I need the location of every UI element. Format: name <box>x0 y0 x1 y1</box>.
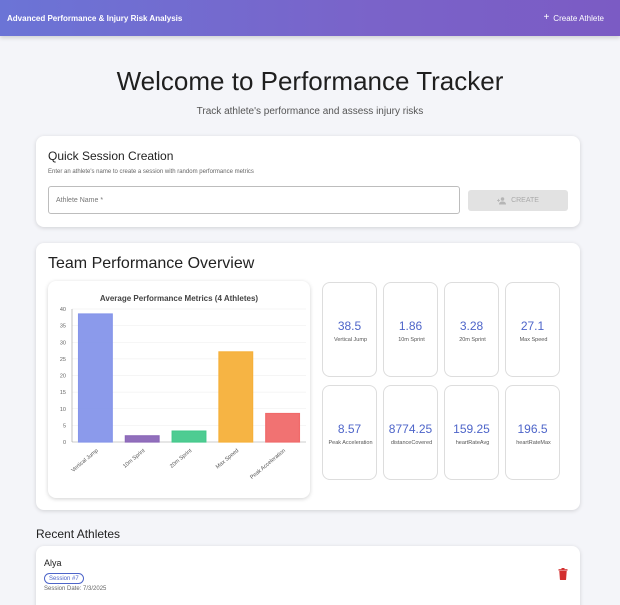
session-badge: Session #7 <box>44 573 84 584</box>
quick-session-card: Quick Session Creation Enter an athlete'… <box>36 136 580 227</box>
x-tick-label: 20m Sprint <box>169 448 194 470</box>
metric-label: 20m Sprint <box>459 337 486 343</box>
metric-card: 8.57 Peak Acceleration <box>322 385 377 480</box>
metric-label: 10m Sprint <box>398 337 425 343</box>
create-athlete-label: Create Athlete <box>553 13 604 23</box>
y-tick-label: 10 <box>60 407 66 413</box>
metric-card: 8774.25 distanceCovered <box>383 385 438 480</box>
metric-value: 8774.25 <box>388 422 433 436</box>
chart-bar <box>124 435 160 443</box>
team-overview-card: Team Performance Overview Average Perfor… <box>36 243 580 510</box>
quick-session-description: Enter an athlete's name to create a sess… <box>48 169 254 175</box>
chart-bar <box>265 412 301 443</box>
chart-bar <box>77 313 113 443</box>
metric-value: 38.5 <box>337 319 362 333</box>
metric-value: 1.86 <box>398 319 423 333</box>
metric-value: 27.1 <box>520 319 545 333</box>
metric-label: distanceCovered <box>390 440 433 446</box>
y-tick-label: 5 <box>63 423 66 429</box>
x-tick-label: 10m Sprint <box>122 448 147 470</box>
metric-card: 3.28 20m Sprint <box>444 282 499 377</box>
y-tick-label: 15 <box>60 390 66 396</box>
chart-bar <box>171 430 207 443</box>
athlete-name: Alya <box>44 558 62 568</box>
y-tick-label: 40 <box>60 307 66 313</box>
athlete-name-input[interactable]: Athlete Name * <box>48 186 460 214</box>
delete-icon[interactable] <box>558 568 568 580</box>
metric-value: 159.25 <box>453 422 490 436</box>
y-tick-label: 35 <box>60 324 66 330</box>
y-tick-label: 20 <box>60 374 66 380</box>
metric-label: heartRateMax <box>516 440 551 446</box>
metric-label: Vertical Jump <box>333 337 367 343</box>
create-session-button[interactable]: CREATE <box>468 190 568 211</box>
metric-value: 196.5 <box>517 422 548 436</box>
y-tick-label: 30 <box>60 340 66 346</box>
performance-chart: Average Performance Metrics (4 Athletes)… <box>60 294 306 481</box>
team-overview-title: Team Performance Overview <box>48 255 255 272</box>
athlete-card[interactable]: Alya Session #7 Session Date: 7/3/2025 <box>36 546 580 605</box>
chart-title: Average Performance Metrics (4 Athletes) <box>100 294 258 303</box>
create-session-label: CREATE <box>511 197 539 204</box>
x-tick-label: Vertical Jump <box>71 448 100 474</box>
x-tick-label: Max Speed <box>215 448 240 470</box>
x-tick-label: Peak Acceleration <box>249 448 287 481</box>
add-person-icon <box>497 196 507 204</box>
page-subtitle: Track athlete's performance and assess i… <box>196 106 424 117</box>
session-date: Session Date: 7/3/2025 <box>44 586 107 592</box>
metric-card: 27.1 Max Speed <box>505 282 560 377</box>
plus-icon: + <box>543 12 550 23</box>
recent-athletes-title: Recent Athletes <box>36 527 121 541</box>
metric-label: Peak Acceleration <box>328 440 373 446</box>
y-tick-label: 25 <box>60 357 66 363</box>
metric-card: 1.86 10m Sprint <box>383 282 438 377</box>
app-title: Advanced Performance & Injury Risk Analy… <box>7 13 183 23</box>
y-tick-label: 0 <box>63 440 66 446</box>
metric-value: 8.57 <box>337 422 362 436</box>
metric-label: heartRateAvg <box>455 440 490 446</box>
metric-card: 38.5 Vertical Jump <box>322 282 377 377</box>
metric-card: 196.5 heartRateMax <box>505 385 560 480</box>
chart-bar <box>218 351 254 443</box>
app-header: Advanced Performance & Injury Risk Analy… <box>0 0 620 36</box>
athlete-name-placeholder: Athlete Name * <box>56 196 104 204</box>
metric-label: Max Speed <box>519 337 548 343</box>
quick-session-title: Quick Session Creation <box>48 149 174 163</box>
create-athlete-button[interactable]: + Create Athlete <box>543 12 604 23</box>
performance-chart-card: Average Performance Metrics (4 Athletes)… <box>48 281 310 498</box>
page-title: Welcome to Performance Tracker <box>116 66 504 96</box>
metric-card: 159.25 heartRateAvg <box>444 385 499 480</box>
metric-value: 3.28 <box>459 319 484 333</box>
